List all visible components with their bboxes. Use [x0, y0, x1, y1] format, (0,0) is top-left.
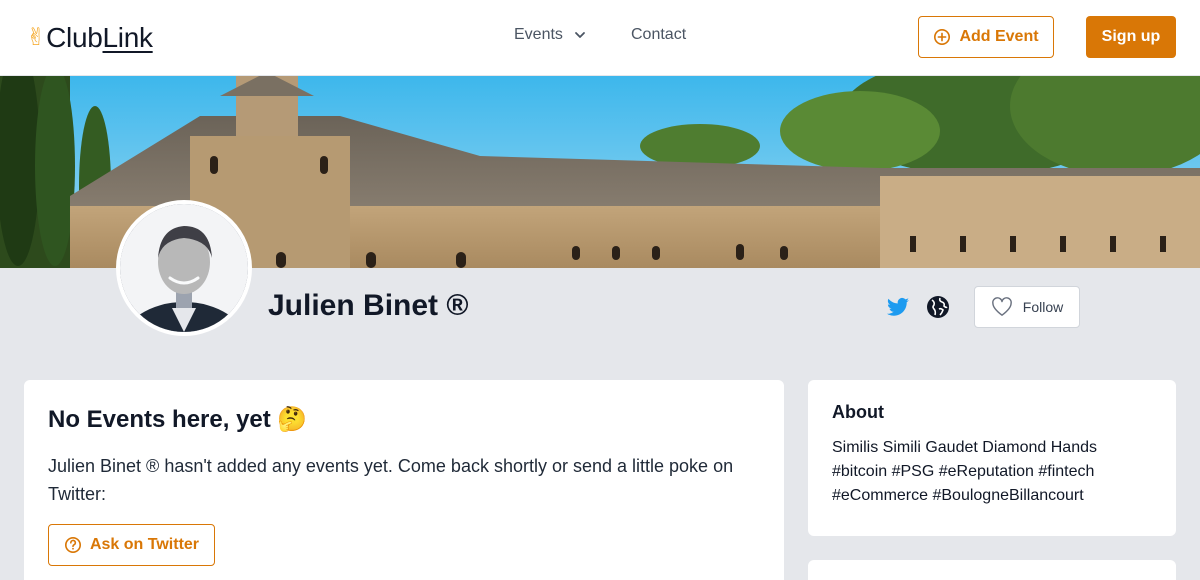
add-event-label: Add Event — [959, 28, 1039, 45]
ask-on-twitter-label: Ask on Twitter — [89, 536, 200, 553]
follow-label: Follow — [1022, 299, 1064, 315]
nav-events-label: Events — [514, 26, 563, 43]
chevron-down-icon — [575, 32, 585, 38]
top-navigation-bar: ✌ ClubLink Events Contact Add Event Sign… — [0, 0, 1200, 76]
add-event-button[interactable]: Add Event — [918, 16, 1054, 58]
twitter-icon[interactable] — [886, 295, 910, 319]
clublink-logo[interactable]: ✌ ClubLink — [26, 22, 153, 54]
events-empty-card: No Events here, yet 🤔 Julien Binet ® has… — [24, 380, 784, 580]
empty-events-title: No Events here, yet 🤔 — [48, 406, 308, 433]
about-text: Similis Simili Gaudet Diamond Hands #bit… — [832, 439, 1097, 504]
question-circle-icon — [64, 536, 81, 554]
about-card: About Similis Simili Gaudet Diamond Hand… — [808, 380, 1176, 536]
ask-on-twitter-button[interactable]: Ask on Twitter — [48, 524, 215, 566]
victory-hand-icon: ✌ — [26, 24, 47, 51]
profile-avatar — [116, 200, 252, 336]
sidebar-secondary-card — [808, 560, 1176, 580]
plus-circle-icon — [934, 28, 951, 46]
nav-contact-link[interactable]: Contact — [631, 26, 686, 44]
heart-icon — [991, 297, 1012, 316]
logo-wordmark: ClubLink — [46, 22, 153, 54]
globe-icon[interactable] — [926, 295, 950, 319]
signup-button[interactable]: Sign up — [1086, 16, 1176, 58]
profile-name: Julien Binet ® — [268, 289, 469, 322]
follow-button[interactable]: Follow — [974, 286, 1080, 328]
logo-word-link: Link — [102, 22, 153, 53]
logo-word-club: Club — [46, 22, 103, 53]
nav-events-dropdown[interactable]: Events — [514, 26, 587, 44]
about-title: About — [832, 402, 884, 422]
empty-events-message: Julien Binet ® hasn't added any events y… — [48, 456, 734, 504]
